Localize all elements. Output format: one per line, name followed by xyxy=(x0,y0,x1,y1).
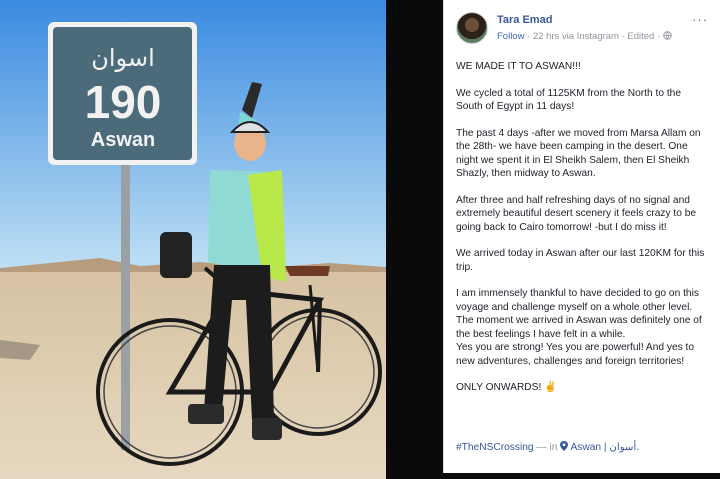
author-name[interactable]: Tara Emad xyxy=(497,14,552,26)
in-label: — in xyxy=(536,442,558,453)
post-photo[interactable]: اسوان 190 Aswan xyxy=(0,0,386,479)
post-body: WE MADE IT TO ASWAN!!! We cycled a total… xyxy=(456,60,710,408)
cyclist-photo-illustration: اسوان 190 Aswan xyxy=(0,0,386,479)
more-options-icon[interactable]: ··· xyxy=(692,12,708,27)
follow-link[interactable]: Follow xyxy=(497,31,524,42)
handlebar-bag xyxy=(160,232,192,278)
post-paragraph: After three and half refreshing days of … xyxy=(456,194,697,233)
road-sign: اسوان 190 Aswan xyxy=(48,22,197,165)
post-paragraph: ONLY ONWARDS! ✌ xyxy=(456,382,557,393)
desert-ground xyxy=(0,272,386,479)
post-paragraph: We arrived today in Aswan after our last… xyxy=(456,248,705,273)
post-paragraph: We cycled a total of 1125KM from the Nor… xyxy=(456,87,681,113)
hashtag-link[interactable]: #TheNSCrossing xyxy=(456,442,534,453)
post-paragraph: Yes you are strong! Yes you are powerful… xyxy=(456,342,695,367)
avatar[interactable] xyxy=(456,12,488,44)
location-link[interactable]: Aswan | أسوان. xyxy=(571,442,640,453)
post-meta: Follow · 22 hrs via Instagram · Edited · xyxy=(497,31,672,42)
location-pin-icon xyxy=(560,441,569,451)
post-header: Tara Emad Follow · 22 hrs via Instagram … xyxy=(456,10,712,50)
sign-arabic-text: اسوان xyxy=(91,44,154,72)
sign-number: 190 xyxy=(85,76,162,128)
sign-pole xyxy=(121,160,130,450)
post-paragraph: WE MADE IT TO ASWAN!!! xyxy=(456,61,581,72)
sign-latin-text: Aswan xyxy=(91,129,155,151)
post-meta-details: · 22 hrs via Instagram · Edited · xyxy=(527,31,661,42)
post-card: Tara Emad Follow · 22 hrs via Instagram … xyxy=(443,0,720,473)
globe-icon xyxy=(663,31,672,40)
post-footer: #TheNSCrossing — in Aswan | أسوان. xyxy=(456,441,639,453)
post-paragraph: I am immensely thankful to have decided … xyxy=(456,288,702,340)
bike-saddle xyxy=(285,266,330,276)
post-paragraph: The past 4 days -after we moved from Mar… xyxy=(456,127,701,180)
